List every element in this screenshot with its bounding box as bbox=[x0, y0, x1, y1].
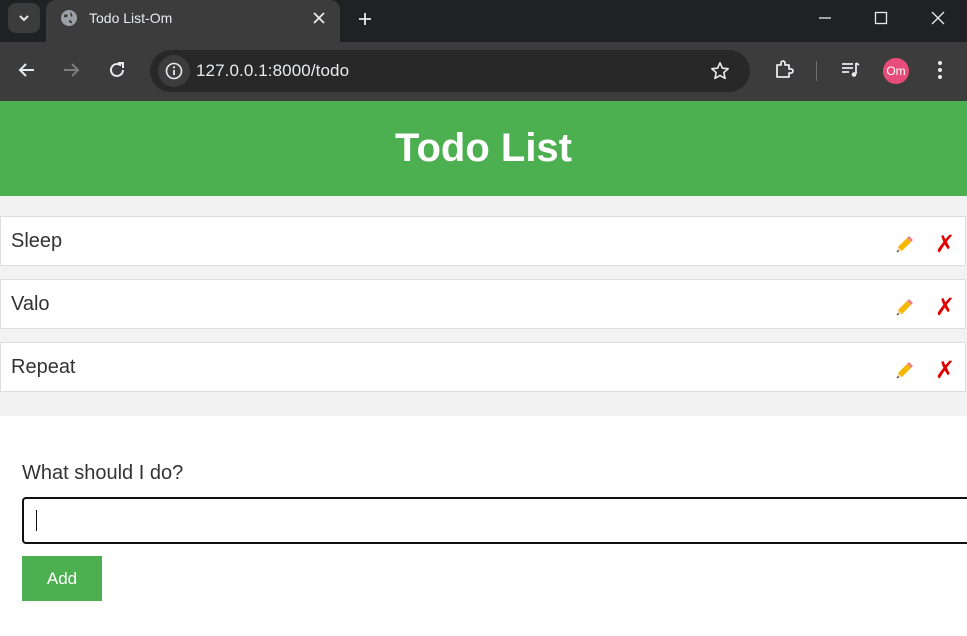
toolbar-divider bbox=[816, 61, 817, 81]
star-icon bbox=[711, 62, 729, 80]
minimize-button[interactable] bbox=[797, 0, 853, 36]
tab-search-button[interactable] bbox=[8, 3, 40, 33]
add-todo-form: What should I do? Add bbox=[0, 416, 967, 636]
profile-avatar[interactable]: Om bbox=[883, 58, 909, 84]
chevron-down-icon bbox=[19, 15, 29, 22]
back-button[interactable] bbox=[13, 56, 41, 84]
todo-text: Sleep bbox=[11, 230, 63, 252]
delete-icon[interactable]: ✗ bbox=[934, 357, 956, 383]
globe-icon bbox=[61, 10, 77, 26]
text-caret bbox=[36, 510, 37, 531]
new-tab-button[interactable] bbox=[352, 6, 378, 32]
todo-item: Sleep ✗ bbox=[0, 216, 966, 266]
tab-close-button[interactable] bbox=[308, 7, 330, 29]
extensions-button[interactable] bbox=[770, 56, 798, 84]
url-text: 127.0.0.1:8000/todo bbox=[196, 61, 350, 80]
delete-icon[interactable]: ✗ bbox=[934, 294, 956, 320]
site-info-icon bbox=[165, 62, 183, 80]
delete-icon[interactable]: ✗ bbox=[934, 231, 956, 257]
todo-input[interactable] bbox=[22, 497, 967, 544]
pencil-icon[interactable] bbox=[894, 233, 916, 255]
todo-item: Valo ✗ bbox=[0, 279, 966, 329]
forward-icon bbox=[64, 63, 80, 77]
todo-list: Sleep ✗ Valo ✗ Repeat ✗ bbox=[0, 196, 967, 416]
page-content: Todo List Sleep ✗ Valo ✗ Repeat ✗ What s… bbox=[0, 101, 967, 636]
todo-input-label: What should I do? bbox=[22, 462, 184, 484]
pencil-icon[interactable] bbox=[894, 359, 916, 381]
maximize-button[interactable] bbox=[853, 0, 909, 36]
minimize-icon bbox=[819, 17, 831, 19]
browser-toolbar: 127.0.0.1:8000/todo Om bbox=[0, 42, 967, 101]
close-icon bbox=[313, 12, 325, 24]
site-info-button[interactable] bbox=[158, 55, 190, 87]
reload-icon bbox=[110, 62, 124, 77]
extensions-icon bbox=[776, 60, 794, 78]
close-icon bbox=[931, 11, 945, 25]
media-button[interactable] bbox=[836, 56, 864, 84]
pencil-icon[interactable] bbox=[894, 296, 916, 318]
media-icon bbox=[842, 62, 860, 77]
page-header: Todo List bbox=[0, 101, 967, 196]
menu-icon bbox=[938, 61, 942, 79]
back-icon bbox=[18, 63, 34, 77]
todo-item: Repeat ✗ bbox=[0, 342, 966, 392]
add-button[interactable]: Add bbox=[22, 556, 102, 601]
maximize-icon bbox=[874, 11, 888, 25]
reload-button[interactable] bbox=[103, 56, 131, 84]
tab-title: Todo List-Om bbox=[89, 10, 173, 26]
forward-button[interactable] bbox=[57, 56, 85, 84]
active-tab[interactable]: Todo List-Om bbox=[46, 0, 340, 42]
todo-text: Repeat bbox=[11, 356, 76, 378]
bookmark-button[interactable] bbox=[708, 59, 732, 83]
address-bar[interactable]: 127.0.0.1:8000/todo bbox=[150, 50, 750, 92]
page-title: Todo List bbox=[395, 126, 572, 170]
window-close-button[interactable] bbox=[910, 0, 966, 36]
plus-icon bbox=[359, 13, 371, 25]
todo-text: Valo bbox=[11, 293, 50, 315]
tab-strip: Todo List-Om bbox=[0, 0, 967, 42]
browser-menu-button[interactable] bbox=[926, 56, 954, 84]
